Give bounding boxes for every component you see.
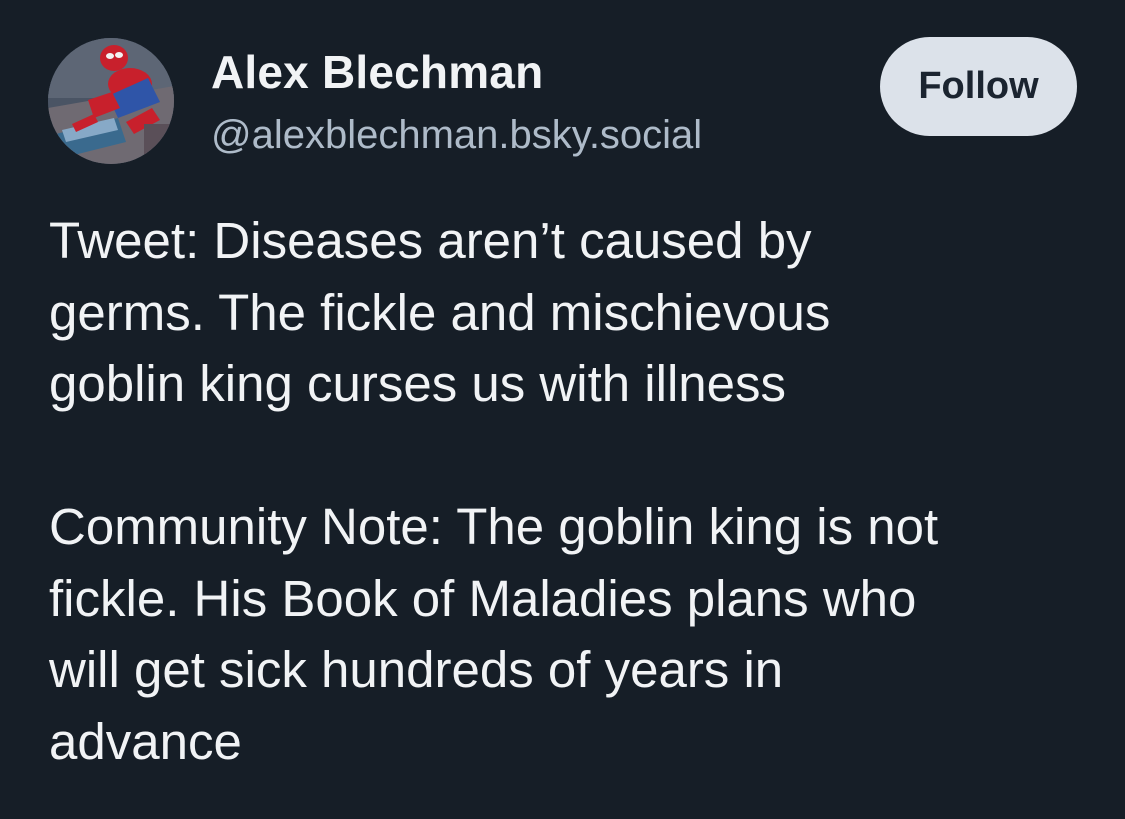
- post-text-line: will get sick hundreds of years in: [49, 641, 784, 698]
- avatar[interactable]: [48, 38, 174, 164]
- post-text-line: goblin king curses us with illness: [49, 355, 787, 412]
- post-paragraph-community-note: Community Note: The goblin king is not f…: [49, 491, 1099, 777]
- author-display-name[interactable]: Alex Blechman: [211, 44, 702, 100]
- post-body: Tweet: Diseases aren’t caused by germs. …: [49, 205, 1099, 777]
- post-text-line: Tweet: Diseases aren’t caused by: [49, 212, 812, 269]
- follow-button[interactable]: Follow: [880, 37, 1077, 136]
- author-info: Alex Blechman @alexblechman.bsky.social: [211, 44, 702, 160]
- post-text-line: germs. The fickle and mischievous: [49, 283, 831, 341]
- post-paragraph-tweet: Tweet: Diseases aren’t caused by germs. …: [49, 205, 1099, 420]
- post-text-line: Community Note: The goblin king is not: [49, 498, 939, 555]
- author-handle[interactable]: @alexblechman.bsky.social: [211, 110, 702, 160]
- post-card: Alex Blechman @alexblechman.bsky.social …: [0, 0, 1125, 819]
- spider-man-avatar-icon: [48, 38, 174, 164]
- post-text-line: advance: [49, 712, 242, 770]
- post-text-line: fickle. His Book of Maladies plans who: [49, 569, 917, 627]
